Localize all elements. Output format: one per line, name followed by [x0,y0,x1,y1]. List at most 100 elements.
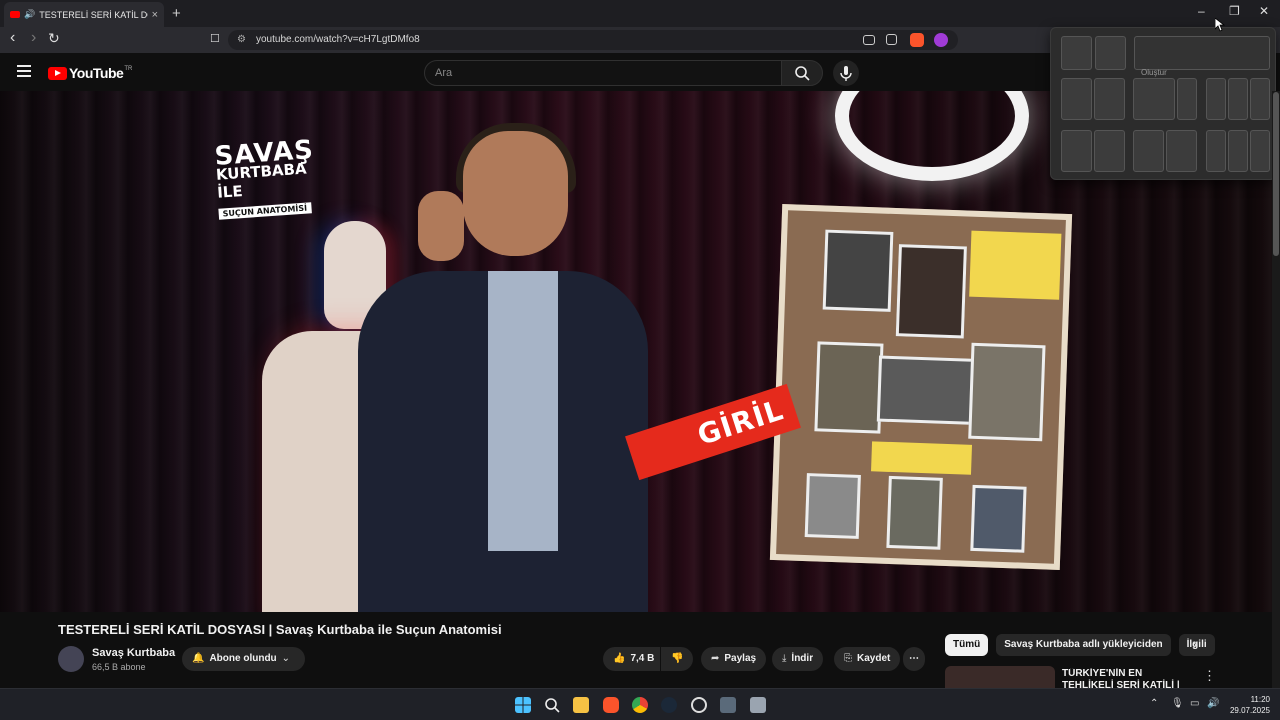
chip-from-uploader[interactable]: Savaş Kurtbaba adlı yükleyiciden [996,634,1171,656]
download-icon: ⤓ [782,653,787,664]
evidence-board [769,204,1073,570]
windows-taskbar: ⌃ 🎙 ▭ 🔊 11:20 29.07.2025 [0,688,1280,720]
brave-rewards-icon[interactable] [934,33,948,47]
channel-avatar[interactable] [58,646,84,672]
back-button[interactable]: ‹ [10,29,15,47]
board-photo [804,473,861,539]
snap-group-thumb[interactable] [1134,36,1270,70]
share-icon[interactable] [886,34,897,45]
snap-layouts-menu: Oluştur [1050,27,1276,180]
snap-zone[interactable] [1061,78,1092,120]
cast-icon[interactable] [863,35,875,45]
thumbs-down-icon: 👎 [671,653,684,664]
chip-all[interactable]: Tümü [945,634,989,656]
snap-zone[interactable] [1250,78,1270,120]
tab-close-icon[interactable]: × [152,9,158,21]
restore-button[interactable]: ❐ [1229,4,1240,18]
close-window-button[interactable]: ✕ [1259,4,1269,18]
save-label: Kaydet [857,653,891,664]
snap-zone[interactable] [1094,78,1125,120]
tray-volume-icon[interactable]: 🔊 [1207,698,1219,709]
scrollbar-thumb[interactable] [1273,92,1279,256]
obs-icon[interactable] [691,697,707,713]
snap-zone[interactable] [1228,130,1248,172]
board-photo [876,355,984,426]
channel-name[interactable]: Savaş Kurtbaba [92,647,175,659]
brave-browser-icon[interactable] [603,697,619,713]
snap-zone[interactable] [1250,130,1270,172]
share-label: Paylaş [724,653,757,664]
like-button[interactable]: 👍 7,4 B [603,647,660,671]
recommended-more-icon[interactable]: ⋮ [1203,668,1216,684]
board-photo [814,341,884,434]
clock-date: 29.07.2025 [1229,706,1270,715]
snap-create-label[interactable]: Oluştur [1141,68,1167,77]
board-note [871,441,973,475]
search-input[interactable]: Ara [424,60,782,86]
tray-mic-icon[interactable]: 🎙 [1171,698,1184,709]
like-count: 7,4 B [630,653,655,664]
download-button[interactable]: ⤓ İndir [772,647,824,671]
menu-icon[interactable] [17,65,31,77]
snap-zone[interactable] [1206,78,1226,120]
dislike-button[interactable]: 👎 [661,647,693,671]
mouse-cursor-icon [1215,18,1225,32]
presenter-face [463,131,568,256]
share-button[interactable]: ➦ Paylaş [701,647,767,671]
steam-icon[interactable] [661,697,677,713]
site-info-icon[interactable]: ⚙ [237,30,246,50]
show-logo: SAVAŞ KURTBABA İLE SUÇUN ANATOMİSİ [214,134,329,220]
taskbar-clock[interactable]: 11:20 29.07.2025 [1230,694,1270,716]
chips-next-arrow-icon[interactable]: › [1192,636,1197,654]
reload-button[interactable]: ↻ [48,30,60,47]
tray-network-icon[interactable]: ▭ [1190,698,1199,709]
snap-zone[interactable] [1166,130,1197,172]
subscribed-button[interactable]: 🔔 Abone olundu ⌄ [182,647,306,671]
file-explorer-icon[interactable] [573,697,589,713]
brave-shields-icon[interactable] [910,33,924,47]
board-photo [886,475,943,550]
snap-group-thumb[interactable] [1095,36,1126,70]
board-photo [970,484,1027,553]
search-button[interactable] [781,60,823,86]
snap-zone[interactable] [1133,78,1175,120]
address-bar[interactable]: ⚙ youtube.com/watch?v=cH7LgtDMfo8 [228,30,958,50]
subscriber-count: 66,5 B abone [92,662,146,672]
youtube-play-icon [48,66,67,80]
video-title: TESTERELİ SERİ KATİL DOSYASI | Savaş Kur… [58,622,502,637]
tab-title: TESTERELİ SERİ KATİL DOSYASI [39,9,148,20]
audio-playing-icon[interactable]: 🔊 [24,9,35,20]
youtube-logo[interactable]: YouTube TR [48,65,132,81]
url-text: youtube.com/watch?v=cH7LgtDMfo8 [256,34,420,45]
browser-tab[interactable]: 🔊 TESTERELİ SERİ KATİL DOSYASI × [4,2,164,27]
snap-zone[interactable] [1094,130,1125,172]
voice-search-button[interactable] [833,60,859,86]
snap-zone[interactable] [1228,78,1248,120]
chrome-icon[interactable] [632,697,648,713]
taskbar-search-icon[interactable] [544,697,560,713]
bookmark-icon[interactable]: ☐ [210,32,220,45]
snap-zone[interactable] [1133,130,1164,172]
recommended-thumbnail[interactable] [945,666,1055,688]
minimize-button[interactable]: – [1198,4,1205,18]
start-icon[interactable] [515,697,531,713]
microphone-icon [840,66,852,81]
snap-group-thumb[interactable] [1061,36,1092,70]
board-photo [822,229,894,312]
browser-tab-bar: 🔊 TESTERELİ SERİ KATİL DOSYASI × + – ❐ ✕ [0,0,1280,27]
app-window-icon[interactable] [720,697,736,713]
new-tab-button[interactable]: + [172,5,181,22]
save-button[interactable]: ⎘ Kaydet [834,647,901,671]
clock-time: 11:20 [1250,695,1270,704]
app-document-icon[interactable] [750,697,766,713]
snap-zone[interactable] [1061,130,1092,172]
board-photo [895,244,967,339]
board-note [969,230,1062,300]
more-actions-button[interactable]: ⋯ [903,647,925,671]
forward-button[interactable]: › [31,29,36,47]
recommended-title[interactable]: TÜRKİYE'NİN EN TEHLİKELİ SERİ KATİLİ | S… [1062,668,1194,690]
tray-overflow-icon[interactable]: ⌃ [1150,698,1158,709]
snap-zone[interactable] [1206,130,1226,172]
snap-zone[interactable] [1177,78,1197,120]
subscribe-label: Abone olundu [209,653,277,664]
